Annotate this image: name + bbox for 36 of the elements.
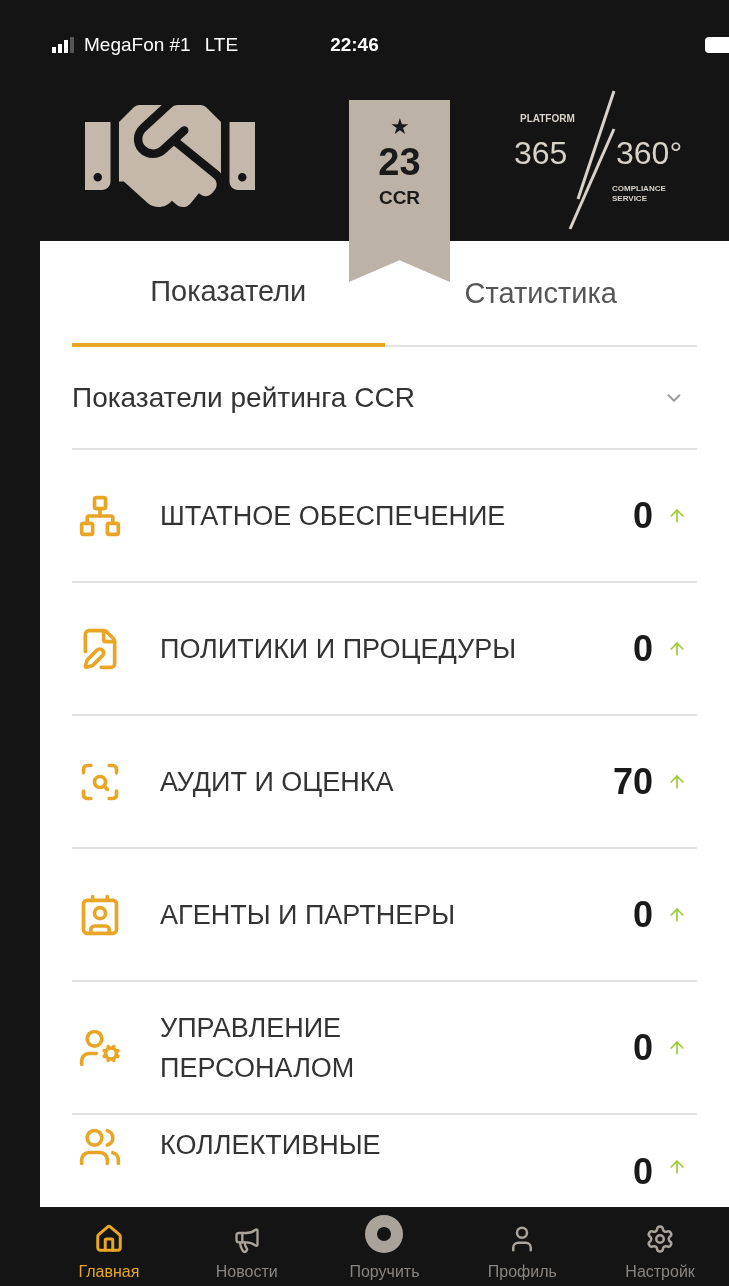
logo-right-number: 360° [616,133,683,173]
nav-tab[interactable]: Новости [177,1207,316,1286]
logo-top-text: PLATFORM [520,111,575,126]
indicator-value: 0 [632,493,653,538]
carrier-name: MegaFon #1 [84,33,191,57]
record-circle-icon [364,1214,405,1254]
indicator-value: 70 [612,759,653,804]
score-number: 23 [378,140,421,184]
battery-icon [705,37,729,54]
megaphone-icon [232,1226,261,1254]
indicator-name: ШТАТНОЕ ОБЕСПЕЧЕНИЕ [160,499,507,533]
logo-left-number: 365 [514,133,568,173]
indicator-name: АУДИТ И ОЦЕНКА [160,765,395,799]
indicator-name: КОЛЛЕКТИВНЫЕ [160,1129,382,1163]
nav-tab[interactable]: Настройк [591,1207,729,1286]
home-icon [93,1224,124,1254]
indicator-name: АГЕНТЫ И ПАРТНЕРЫ [160,898,457,932]
clock-time: 22:46 [330,33,379,57]
indicator-name: УПРАВЛЕНИЕ ПЕРСОНАЛОМ [160,1011,356,1085]
settings-icon [645,1224,676,1254]
people-network-icon [78,493,122,538]
indicator-value: 0 [632,1150,653,1195]
star-glyph: ★ [389,114,410,140]
network-type: LTE [204,33,239,57]
tab[interactable]: Статистика [384,240,697,346]
nav-tab[interactable]: Главная [40,1207,178,1286]
logo-bottom-text: COMPLIANCE SERVICE [612,183,666,204]
rating-dropdown[interactable]: Показатели рейтинга CCR [72,347,697,451]
score-label: CCR [378,186,421,210]
nav-tab[interactable]: Поручить [315,1207,454,1286]
indicator-value: 0 [632,626,653,671]
tab[interactable]: Показатели [72,240,385,348]
indicator-name: ПОЛИТИКИ И ПРОЦЕДУРЫ [160,632,518,666]
indicator-value: 0 [632,892,653,937]
indicator-value: 0 [632,1025,653,1070]
nav-tab[interactable]: Профиль [453,1207,592,1286]
